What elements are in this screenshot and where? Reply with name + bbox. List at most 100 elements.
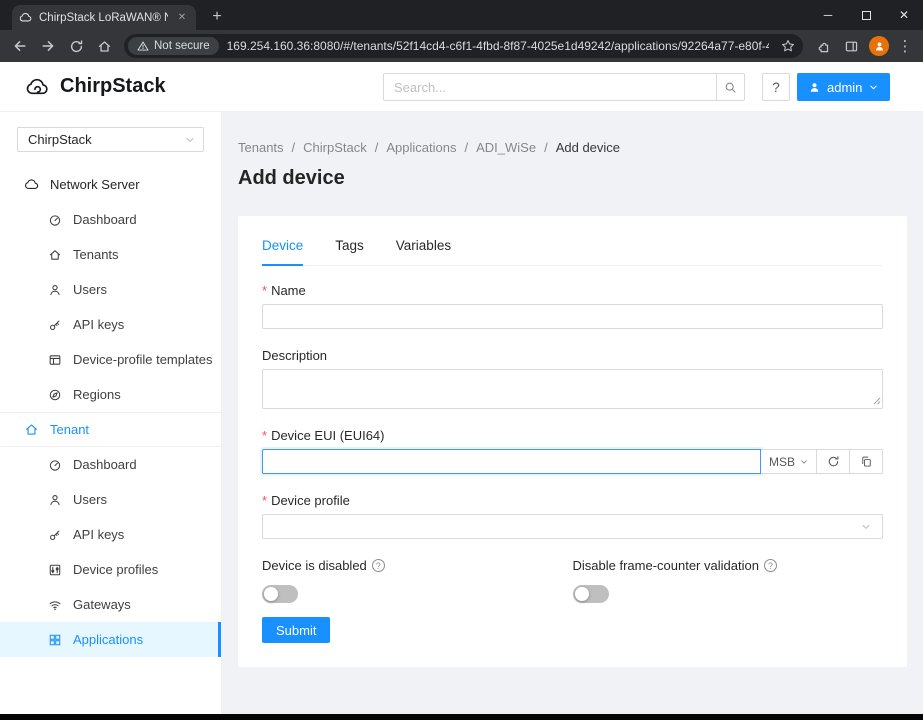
dev-eui-label: * Device EUI (EUI64) [262, 428, 883, 443]
add-device-form: * Name Description [262, 266, 883, 643]
maximize-button[interactable] [847, 0, 885, 30]
user-icon [809, 82, 820, 93]
browser-titlebar: ChirpStack LoRaWAN® Netwo... ✕ + ─ ✕ [0, 0, 923, 30]
description-textarea[interactable] [262, 369, 883, 409]
extensions-icon[interactable] [810, 33, 836, 59]
forward-button[interactable] [35, 33, 61, 59]
chevron-down-icon [861, 522, 871, 532]
chevron-down-icon [800, 458, 808, 466]
required-asterisk: * [262, 493, 267, 508]
chirpstack-logo[interactable]: ChirpStack [22, 75, 166, 99]
breadcrumb-application-adi-wise[interactable]: ADI_WiSe [476, 140, 536, 155]
device-disabled-label: Device is disabled ? [262, 558, 573, 573]
dashboard-icon [48, 213, 62, 227]
tab-bar: Device Tags Variables [262, 232, 883, 266]
byte-order-select[interactable]: MSB [761, 449, 817, 474]
sidebar-item-label: Applications [73, 632, 143, 647]
tab-device[interactable]: Device [262, 232, 303, 266]
sidebar-item-tenant-dashboard[interactable]: Dashboard [0, 447, 221, 482]
sidebar: ChirpStack Network Server Dashboard [0, 112, 222, 714]
name-input[interactable] [262, 304, 883, 329]
tab-close-icon[interactable]: ✕ [175, 12, 189, 23]
sidebar-item-tenant-device-profiles[interactable]: Device profiles [0, 552, 221, 587]
frame-counter-label: Disable frame-counter validation ? [573, 558, 884, 573]
admin-label: admin [827, 80, 862, 95]
bookmark-star-icon[interactable] [777, 39, 799, 53]
copy-icon [860, 455, 873, 468]
frame-counter-toggle[interactable] [573, 585, 609, 603]
sidebar-item-ns-tenants[interactable]: Tenants [0, 237, 221, 272]
home-icon [24, 422, 39, 437]
copy-eui-button[interactable] [850, 449, 883, 474]
tab-tags[interactable]: Tags [335, 232, 364, 265]
new-tab-button[interactable]: + [206, 6, 228, 28]
reload-button[interactable] [63, 33, 89, 59]
breadcrumb-tenants[interactable]: Tenants [238, 140, 284, 155]
sidebar-item-tenant-api-keys[interactable]: API keys [0, 517, 221, 552]
sidebar-item-label: Users [73, 492, 107, 507]
app-header: ChirpStack ? admin [0, 62, 923, 112]
back-button[interactable] [7, 33, 33, 59]
sidebar-item-tenant-users[interactable]: Users [0, 482, 221, 517]
generate-eui-button[interactable] [817, 449, 850, 474]
description-label: Description [262, 348, 883, 363]
breadcrumb-current: Add device [556, 140, 620, 155]
sidebar-item-label: Dashboard [73, 457, 137, 472]
tab-variables[interactable]: Variables [396, 232, 451, 265]
admin-menu-button[interactable]: admin [797, 73, 890, 101]
browser-menu-icon[interactable]: ⋮ [894, 37, 916, 55]
security-chip[interactable]: Not secure [128, 37, 219, 55]
brand-name: ChirpStack [60, 75, 166, 98]
home-button[interactable] [91, 33, 117, 59]
search-input[interactable] [383, 73, 717, 101]
compass-icon [48, 388, 62, 402]
global-search [383, 73, 745, 101]
address-bar[interactable]: Not secure 169.254.160.36:8080/#/tenants… [124, 34, 803, 58]
sidebar-item-tenant-applications[interactable]: Applications [0, 622, 221, 657]
sidebar-item-label: Tenants [73, 247, 119, 262]
sidebar-item-ns-regions[interactable]: Regions [0, 377, 221, 412]
minimize-button[interactable]: ─ [809, 0, 847, 30]
table-icon [48, 353, 62, 367]
device-disabled-toggle[interactable] [262, 585, 298, 603]
organization-selector[interactable]: ChirpStack [17, 127, 204, 152]
browser-profile-avatar[interactable] [869, 36, 889, 56]
browser-toolbar: Not secure 169.254.160.36:8080/#/tenants… [0, 30, 923, 62]
side-panel-icon[interactable] [838, 33, 864, 59]
name-label: * Name [262, 283, 883, 298]
home-icon [48, 248, 62, 262]
sidebar-item-ns-users[interactable]: Users [0, 272, 221, 307]
sidebar-group-label: Tenant [50, 422, 89, 437]
question-circle-icon[interactable]: ? [764, 559, 777, 572]
cloud-icon [24, 177, 39, 192]
warning-icon [137, 40, 149, 52]
close-button[interactable]: ✕ [885, 0, 923, 30]
sidebar-item-ns-dashboard[interactable]: Dashboard [0, 202, 221, 237]
dev-eui-input[interactable] [262, 449, 761, 474]
sidebar-group-tenant[interactable]: Tenant [0, 412, 221, 447]
browser-window: ChirpStack LoRaWAN® Netwo... ✕ + ─ ✕ [0, 0, 923, 720]
organization-selector-value: ChirpStack [28, 132, 92, 147]
submit-button[interactable]: Submit [262, 617, 330, 643]
toggle-knob [575, 587, 589, 601]
breadcrumb-applications[interactable]: Applications [386, 140, 456, 155]
sidebar-item-label: Users [73, 282, 107, 297]
question-circle-icon[interactable]: ? [372, 559, 385, 572]
breadcrumb: Tenants / ChirpStack / Applications / AD… [238, 140, 907, 155]
chevron-down-icon [869, 83, 878, 92]
sidebar-group-network-server[interactable]: Network Server [0, 167, 221, 202]
sidebar-item-tenant-gateways[interactable]: Gateways [0, 587, 221, 622]
browser-tab[interactable]: ChirpStack LoRaWAN® Netwo... ✕ [12, 5, 196, 30]
breadcrumb-tenant-chirpstack[interactable]: ChirpStack [303, 140, 367, 155]
search-icon [724, 81, 737, 94]
user-icon [48, 493, 62, 507]
search-button[interactable] [717, 73, 745, 101]
url-text[interactable]: 169.254.160.36:8080/#/tenants/52f14cd4-c… [227, 39, 769, 53]
key-icon [48, 528, 62, 542]
device-profile-select[interactable] [262, 514, 883, 539]
sidebar-item-ns-api-keys[interactable]: API keys [0, 307, 221, 342]
sidebar-item-ns-device-profile-templates[interactable]: Device-profile templates [0, 342, 221, 377]
help-button[interactable]: ? [762, 73, 790, 101]
byte-order-value: MSB [769, 455, 795, 469]
sidebar-item-label: Device-profile templates [73, 352, 212, 367]
